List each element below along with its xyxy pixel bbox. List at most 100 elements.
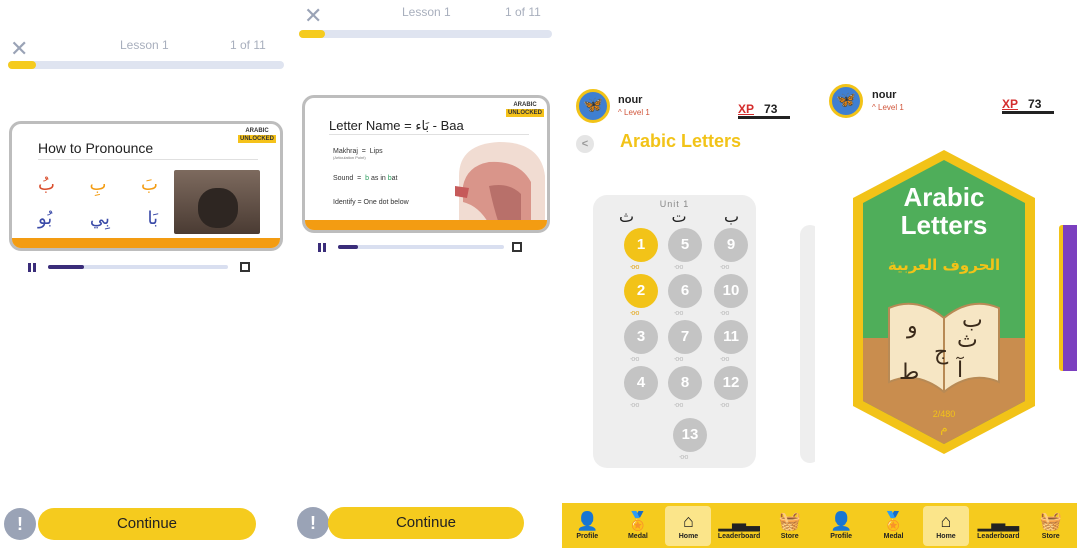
letter: بِي bbox=[89, 208, 110, 229]
xp-counter: XP 73 bbox=[1002, 97, 1041, 111]
letter: بُو bbox=[38, 208, 53, 229]
letters-row-1: بُ بِ بَ bbox=[38, 174, 158, 195]
medal-icon: 🏅 bbox=[626, 511, 650, 531]
nav-home[interactable]: ⌂ Home bbox=[922, 505, 969, 546]
letters-row-2: بُو بِي بَا bbox=[38, 208, 158, 229]
divider bbox=[38, 159, 258, 160]
continue-button[interactable]: Continue bbox=[38, 508, 256, 540]
avatar[interactable]: 🦋 bbox=[576, 89, 610, 123]
pause-icon[interactable] bbox=[318, 242, 326, 252]
card-title: How to Pronounce bbox=[38, 140, 154, 156]
fullscreen-icon[interactable] bbox=[512, 242, 522, 252]
home-screen-unit-map: 🦋 nour ^ Level 1 XP 73 < Arabic Letters … bbox=[562, 0, 815, 548]
medal-icon: 🏅 bbox=[882, 511, 905, 531]
nav-label: Store bbox=[1041, 533, 1060, 540]
continue-button[interactable]: Continue bbox=[328, 507, 524, 539]
leaderboard-icon: ▁▃▂ bbox=[977, 511, 1020, 531]
video-card[interactable]: ARABIC UNLOCKED Letter Name = بَاء - Baa … bbox=[302, 95, 550, 233]
nav-store[interactable]: 🧺 Store bbox=[1028, 506, 1074, 546]
lesson-progress-bar bbox=[8, 61, 284, 69]
nav-label: Profile bbox=[576, 533, 599, 540]
node-connector: -o-o bbox=[720, 310, 730, 317]
close-icon[interactable]: ✕ bbox=[304, 5, 322, 27]
video-seek-bar[interactable] bbox=[338, 245, 504, 249]
info-icon[interactable]: ! bbox=[297, 507, 329, 539]
pause-icon[interactable] bbox=[28, 262, 36, 272]
lesson-node[interactable]: 13 bbox=[673, 418, 707, 452]
lesson-node[interactable]: 8 bbox=[668, 366, 702, 400]
close-icon[interactable]: ✕ bbox=[10, 38, 28, 60]
nav-profile[interactable]: 👤 Profile bbox=[818, 506, 864, 546]
letter: بَ bbox=[141, 174, 158, 195]
video-controls bbox=[318, 240, 504, 254]
nav-medal[interactable]: 🏅 Medal bbox=[871, 506, 917, 546]
lesson-node[interactable]: 1 bbox=[624, 228, 658, 262]
lesson-node[interactable]: 6 bbox=[668, 274, 702, 308]
makhraj-eq: = bbox=[361, 148, 366, 155]
lesson-node[interactable]: 12 bbox=[714, 366, 748, 400]
video-seek-bar[interactable] bbox=[48, 265, 228, 269]
brand-logo: ARABIC UNLOCKED bbox=[506, 102, 544, 117]
next-course-badge[interactable] bbox=[1059, 225, 1077, 371]
speaker-video-frame bbox=[174, 170, 260, 234]
course-progress: 2/480 bbox=[932, 409, 956, 419]
nav-medal[interactable]: 🏅 Medal bbox=[615, 506, 661, 546]
unit-letter: ب bbox=[723, 207, 739, 226]
node-connector: -o-o bbox=[630, 310, 640, 317]
xp-label: XP bbox=[738, 102, 755, 116]
nav-home[interactable]: ⌂ Home bbox=[665, 505, 712, 546]
lesson-node[interactable]: 3 bbox=[624, 320, 658, 354]
level-icon: ^ bbox=[618, 108, 622, 117]
xp-value: 73 bbox=[1028, 97, 1042, 111]
mouth-diagram bbox=[455, 142, 545, 224]
sound-as-in: as in bbox=[369, 175, 388, 182]
card-band bbox=[12, 238, 280, 248]
avatar[interactable]: 🦋 bbox=[829, 84, 863, 118]
nav-label: Home bbox=[936, 533, 956, 540]
makhraj-line: Makhraj = Lips (Articulation Point) bbox=[333, 148, 383, 160]
node-connector: -o-o bbox=[674, 310, 684, 317]
lesson-screen-letter-name: ✕ Lesson 1 1 of 11 ARABIC UNLOCKED Letter… bbox=[294, 0, 562, 548]
lesson-node[interactable]: 10 bbox=[714, 274, 748, 308]
divider bbox=[329, 134, 529, 135]
lesson-node[interactable]: 7 bbox=[668, 320, 702, 354]
sound-line: Sound = b as in bat bbox=[333, 175, 397, 182]
info-icon[interactable]: ! bbox=[4, 508, 36, 540]
node-connector: -o-o bbox=[674, 264, 684, 271]
video-card[interactable]: ARABIC UNLOCKED How to Pronounce بُ بِ بَ… bbox=[9, 121, 283, 251]
home-icon: ⌂ bbox=[940, 511, 952, 531]
lesson-node[interactable]: 2 bbox=[624, 274, 658, 308]
title-suffix: - Baa bbox=[429, 118, 464, 133]
nav-profile[interactable]: 👤 Profile bbox=[564, 506, 610, 546]
nav-leaderboard[interactable]: ▁▃▂ Leaderboard bbox=[975, 506, 1021, 546]
home-icon: ⌂ bbox=[683, 511, 694, 531]
course-title-line1: Arabic bbox=[903, 182, 985, 212]
lesson-node[interactable]: 4 bbox=[624, 366, 658, 400]
lesson-node[interactable]: 11 bbox=[714, 320, 748, 354]
user-level: ^ Level 1 bbox=[618, 108, 650, 117]
lesson-node[interactable]: 9 bbox=[714, 228, 748, 262]
brand-logo: ARABIC UNLOCKED bbox=[238, 128, 276, 143]
level-label: Level 1 bbox=[624, 108, 650, 117]
node-connector: -o-o bbox=[720, 356, 730, 363]
sound-word-rest: at bbox=[391, 175, 398, 182]
nav-label: Profile bbox=[830, 533, 853, 540]
leaderboard-icon: ▁▃▂ bbox=[718, 511, 760, 531]
book-letters: ب و ث ج ط آ bbox=[849, 300, 1039, 390]
xp-value: 73 bbox=[764, 102, 778, 116]
letter: بَا bbox=[147, 208, 158, 229]
next-unit-panel[interactable] bbox=[800, 225, 815, 463]
xp-underline bbox=[738, 116, 790, 119]
lesson-node[interactable]: 5 bbox=[668, 228, 702, 262]
node-connector: -o-o bbox=[720, 264, 730, 271]
lesson-label: Lesson 1 bbox=[120, 38, 169, 52]
nav-leaderboard[interactable]: ▁▃▂ Leaderboard bbox=[716, 506, 762, 546]
node-connector: -o-o bbox=[630, 264, 640, 271]
back-icon[interactable]: < bbox=[576, 135, 594, 153]
unit-letter: ت bbox=[671, 207, 687, 226]
nav-label: Leaderboard bbox=[977, 533, 1020, 540]
lesson-count: 1 of 11 bbox=[505, 5, 541, 19]
nav-store[interactable]: 🧺 Store bbox=[767, 506, 813, 546]
fullscreen-icon[interactable] bbox=[240, 262, 250, 272]
user-level: ^ Level 1 bbox=[872, 103, 904, 112]
